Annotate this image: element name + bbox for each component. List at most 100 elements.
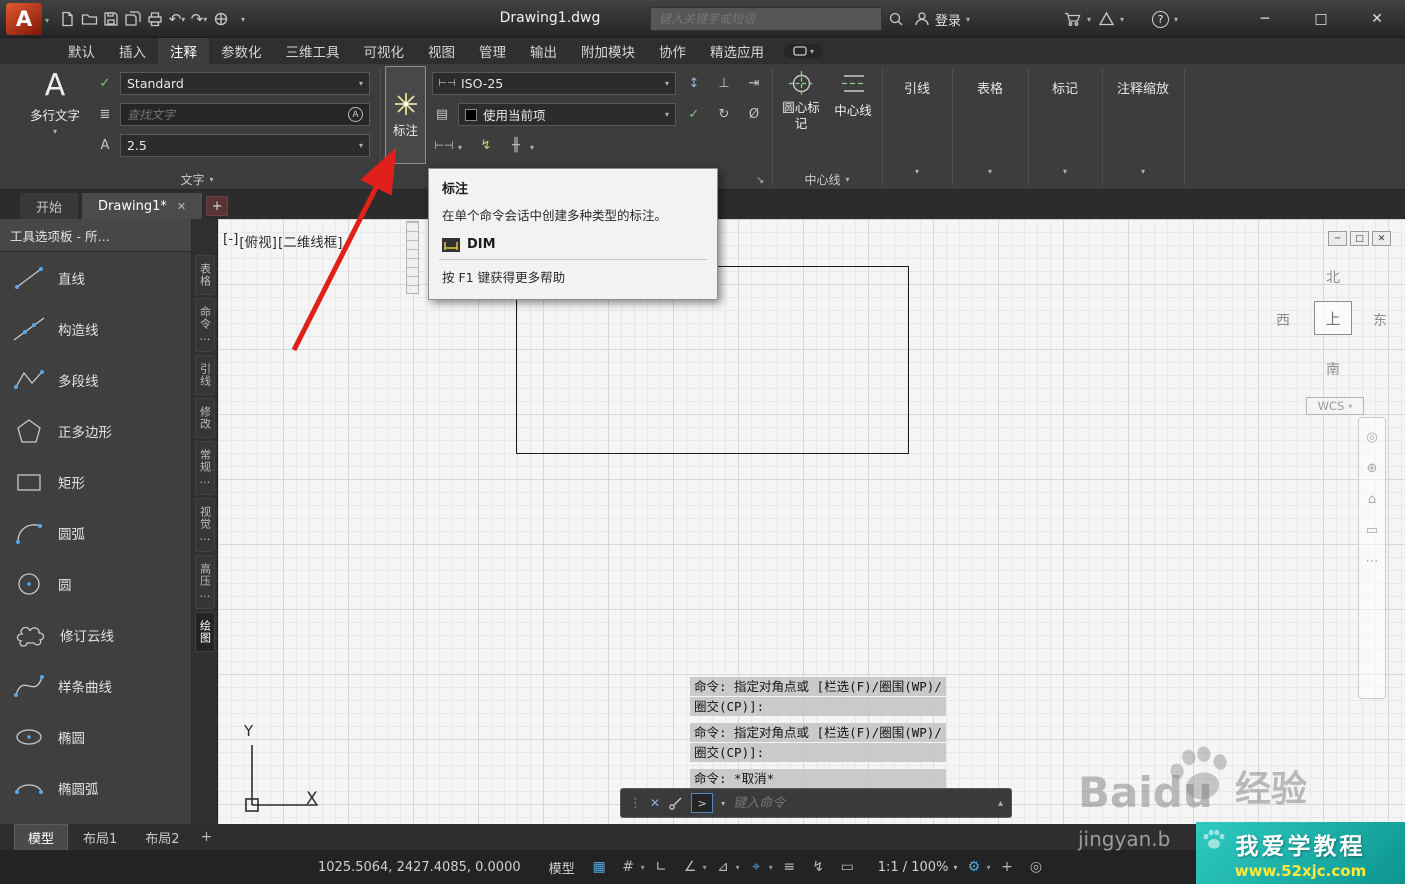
layout-tab-layout2[interactable]: 布局2 <box>132 825 192 850</box>
model-space-button[interactable]: 模型 <box>541 855 583 880</box>
qat-customize-icon[interactable]: ▾ <box>234 7 252 31</box>
fullnav-wheel-icon[interactable]: ◎ <box>1366 430 1377 445</box>
app-menu-chevron-icon[interactable]: ▾ <box>45 16 49 25</box>
ribbon-tab-3dtools[interactable]: 三维工具 <box>274 38 352 64</box>
isodraft-icon[interactable]: ⊿ <box>711 855 736 879</box>
workspace-icon[interactable] <box>212 7 230 31</box>
command-bar-grip-icon[interactable]: ⋮ <box>629 796 642 811</box>
palette-tool-polyline[interactable]: 多段线 <box>0 354 191 405</box>
drawing-minimize-icon[interactable]: ─ <box>1328 231 1347 246</box>
help-button[interactable]: ? ▾ <box>1152 7 1178 31</box>
new-drawing-tab-button[interactable]: + <box>206 196 228 216</box>
maximize-button[interactable]: □ <box>1293 0 1349 38</box>
dim-jog-icon[interactable]: ⇥ <box>744 72 764 94</box>
zoom-icon[interactable]: ⌂ <box>1368 492 1376 507</box>
command-input[interactable] <box>733 796 990 811</box>
text-dialog-launcher-icon[interactable]: ↘ <box>362 175 370 186</box>
find-text-icon[interactable]: A <box>348 107 363 122</box>
palette-group-tab[interactable]: 表格 <box>195 255 215 295</box>
palette-tool-construction-line[interactable]: 构造线 <box>0 303 191 354</box>
orbit-icon[interactable]: ▭ <box>1366 523 1378 538</box>
viewcube-south-label[interactable]: 南 <box>1326 359 1340 379</box>
palette-group-tab[interactable]: 常规… <box>195 441 215 495</box>
plot-icon[interactable] <box>146 7 164 31</box>
dim-layer-select[interactable]: 使用当前项 ▾ <box>458 103 676 126</box>
polar-tracking-icon[interactable]: ∠ <box>678 855 703 879</box>
palette-tool-line[interactable]: 直线 <box>0 252 191 303</box>
dim-button[interactable]: 标注 <box>385 66 426 164</box>
palette-group-tab[interactable]: 高压… <box>195 555 215 609</box>
autocad-logo[interactable]: A <box>6 3 42 35</box>
palette-tool-circle[interactable]: 圆 <box>0 558 191 609</box>
palette-tool-arc[interactable]: 圆弧 <box>0 507 191 558</box>
viewcube-west-label[interactable]: 西 <box>1276 310 1290 330</box>
open-folder-icon[interactable] <box>80 7 98 31</box>
palette-group-tab[interactable]: 引线 <box>195 355 215 395</box>
leader-panel-button[interactable]: 引线 ▾ <box>884 68 950 184</box>
dim-check-icon[interactable]: ✓ <box>684 103 704 125</box>
exchange-apps-button[interactable]: ▾ <box>1098 7 1124 31</box>
ribbon-tab-collaborate[interactable]: 协作 <box>647 38 698 64</box>
dim-continue-icon[interactable]: ╫ <box>506 134 526 156</box>
quick-dim-icon[interactable]: ↯ <box>476 134 496 156</box>
close-button[interactable]: ✕ <box>1349 0 1405 38</box>
palette-tool-ellipse[interactable]: 椭圆 <box>0 711 191 762</box>
command-history-toggle-icon[interactable]: ▴ <box>998 798 1003 809</box>
undo-icon[interactable]: ↶▾ <box>168 7 186 31</box>
file-tab-drawing1[interactable]: Drawing1* ✕ <box>82 193 202 219</box>
dim-style-select[interactable]: ⊢⊣ ISO-25 ▾ <box>432 72 676 95</box>
ribbon-tab-addins[interactable]: 附加模块 <box>569 38 647 64</box>
ribbon-tab-view[interactable]: 视图 <box>416 38 467 64</box>
text-height-select[interactable]: 2.5 ▾ <box>120 134 370 157</box>
navigation-bar[interactable]: ◎ ⊕ ⌂ ▭ ⋯ <box>1358 417 1386 699</box>
viewport-view-control[interactable]: [俯视] <box>239 231 277 251</box>
help-search-box[interactable] <box>650 7 882 31</box>
app-store-button[interactable]: ▾ <box>1064 7 1091 31</box>
palette-tool-spline[interactable]: 样条曲线 <box>0 660 191 711</box>
centerline-button[interactable]: 中心线 <box>830 70 876 119</box>
file-tab-close-icon[interactable]: ✕ <box>177 200 186 213</box>
viewcube-north-label[interactable]: 北 <box>1326 267 1340 287</box>
centerline-panel-footer[interactable]: 中心线 ▾ <box>774 171 880 188</box>
lineweight-icon[interactable]: ≡ <box>777 855 802 879</box>
palette-tool-polygon[interactable]: 正多边形 <box>0 405 191 456</box>
polar-dropdown-icon[interactable]: ▾ <box>703 863 707 872</box>
pan-icon[interactable]: ⊕ <box>1367 461 1378 476</box>
ribbon-tab-visualize[interactable]: 可视化 <box>352 38 417 64</box>
palette-group-tab[interactable]: 修改 <box>195 398 215 438</box>
command-recent-dropdown-icon[interactable]: ▾ <box>721 799 725 808</box>
command-tools-icon[interactable] <box>668 796 683 811</box>
minimize-button[interactable]: ─ <box>1237 0 1293 38</box>
layout-tab-model[interactable]: 模型 <box>14 824 68 851</box>
new-file-icon[interactable] <box>58 7 76 31</box>
drawing-close-icon[interactable]: ✕ <box>1372 231 1391 246</box>
save-icon[interactable] <box>102 7 120 31</box>
ribbon-tab-output[interactable]: 输出 <box>518 38 569 64</box>
text-height-icon[interactable]: A <box>95 134 115 156</box>
palette-tool-revision-cloud[interactable]: 修订云线 <box>0 609 191 660</box>
dim-dialog-launcher-icon[interactable]: ↘ <box>756 175 764 186</box>
command-line-bar[interactable]: ⋮ ✕ > ▾ ▴ <box>620 788 1012 818</box>
dim-vertical-icon[interactable]: ↕ <box>684 72 704 94</box>
spell-check-icon[interactable]: ✓ <box>95 72 115 94</box>
isodraft-dropdown-icon[interactable]: ▾ <box>736 863 740 872</box>
dim-continue-dropdown-icon[interactable]: ▾ <box>530 143 534 152</box>
ribbon-tab-featured-apps[interactable]: 精选应用 <box>698 38 776 64</box>
ortho-toggle-icon[interactable]: ∟ <box>649 855 674 879</box>
annotation-scale-button[interactable]: 1:1 / 100% ▾ <box>878 860 958 875</box>
customization-icon[interactable]: + <box>994 855 1019 879</box>
grid-toggle-icon[interactable]: ▦ <box>587 855 612 879</box>
center-mark-button[interactable]: 圆心标记 <box>776 70 826 131</box>
palette-tool-rectangle[interactable]: 矩形 <box>0 456 191 507</box>
redo-icon[interactable]: ↷▾ <box>190 7 208 31</box>
settings-gear-icon[interactable]: ⚙ <box>961 855 986 879</box>
graphics-performance-icon[interactable]: ↯ <box>806 855 831 879</box>
ribbon-tab-annotate[interactable]: 注释 <box>158 38 209 64</box>
palette-group-tab[interactable]: 视觉… <box>195 498 215 552</box>
viewport-style-control[interactable]: [二维线框] <box>278 231 343 251</box>
table-panel-button[interactable]: 表格 ▾ <box>954 68 1026 184</box>
find-text-box[interactable]: A <box>120 103 370 126</box>
dim-diameter-icon[interactable]: Ø <box>744 103 764 125</box>
drawing-canvas[interactable]: [-] [俯视] [二维线框] ─ □ ✕ 北 西 上 东 南 WCS ▾ ◎ … <box>218 219 1405 824</box>
viewport-menu-control[interactable]: [-] <box>223 231 238 251</box>
